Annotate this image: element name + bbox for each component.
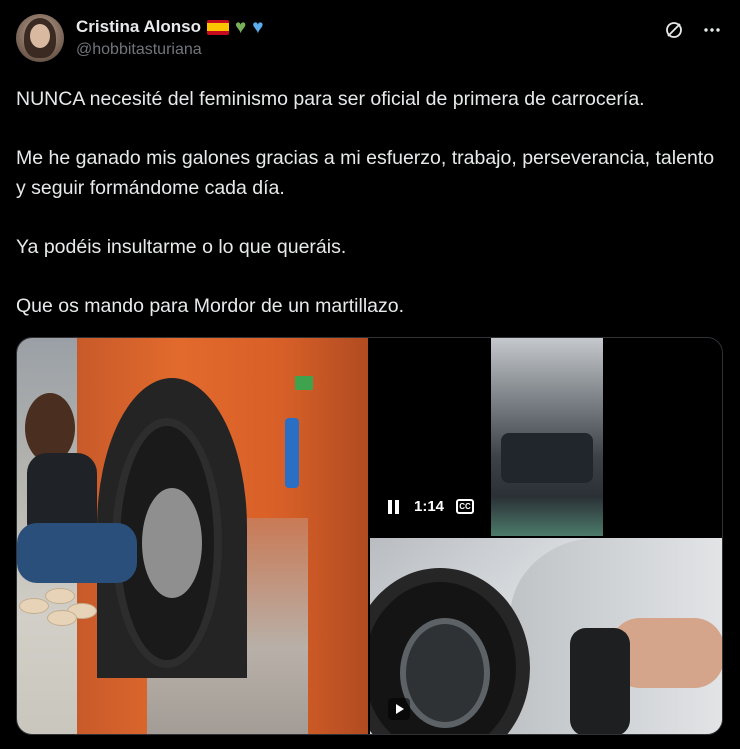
more-options-icon[interactable] — [700, 18, 724, 42]
display-name[interactable]: Cristina Alonso — [76, 17, 201, 37]
tweet-paragraph-2: Me he ganado mis galones gracias a mi es… — [16, 147, 715, 199]
spain-flag-icon — [207, 19, 229, 35]
tweet-paragraph-1: NUNCA necesité del feminismo para ser of… — [16, 88, 645, 110]
video-wheel-repair[interactable] — [370, 538, 722, 734]
accessibility-sign — [285, 418, 299, 488]
tweet-paragraph-4: Que os mando para Mordor de un martillaz… — [16, 295, 405, 317]
captions-icon[interactable]: CC — [456, 499, 475, 514]
car-grille — [501, 433, 593, 483]
tweet-header: Cristina Alonso ♥ ♥ @hobbitasturiana — [16, 14, 724, 64]
name-row: Cristina Alonso ♥ ♥ — [76, 16, 264, 38]
header-actions — [662, 18, 724, 42]
play-icon[interactable] — [388, 698, 410, 720]
user-handle[interactable]: @hobbitasturiana — [76, 41, 202, 59]
worker — [17, 393, 147, 583]
sanding-discs — [17, 578, 107, 628]
photo-bus-worker[interactable] — [17, 338, 368, 734]
grok-icon[interactable] — [662, 18, 686, 42]
avatar[interactable] — [16, 14, 64, 62]
pause-icon[interactable] — [388, 499, 402, 514]
video-car-front[interactable]: 1:14 CC — [370, 338, 722, 536]
media-grid: 1:14 CC — [16, 337, 723, 735]
tweet-paragraph-3: Ya podéis insultarme o lo que queráis. — [16, 236, 347, 258]
video-time: 1:14 — [414, 498, 445, 515]
hub — [142, 488, 202, 598]
green-heart-icon: ♥ — [235, 16, 247, 38]
blue-heart-icon: ♥ — [252, 16, 264, 38]
video-controls: 1:14 CC — [388, 498, 475, 515]
tweet-text: NUNCA necesité del feminismo para ser of… — [16, 84, 728, 321]
rim — [400, 618, 490, 728]
sander-tool — [570, 628, 630, 734]
green-sign — [295, 376, 313, 390]
car-front-image — [491, 338, 603, 536]
